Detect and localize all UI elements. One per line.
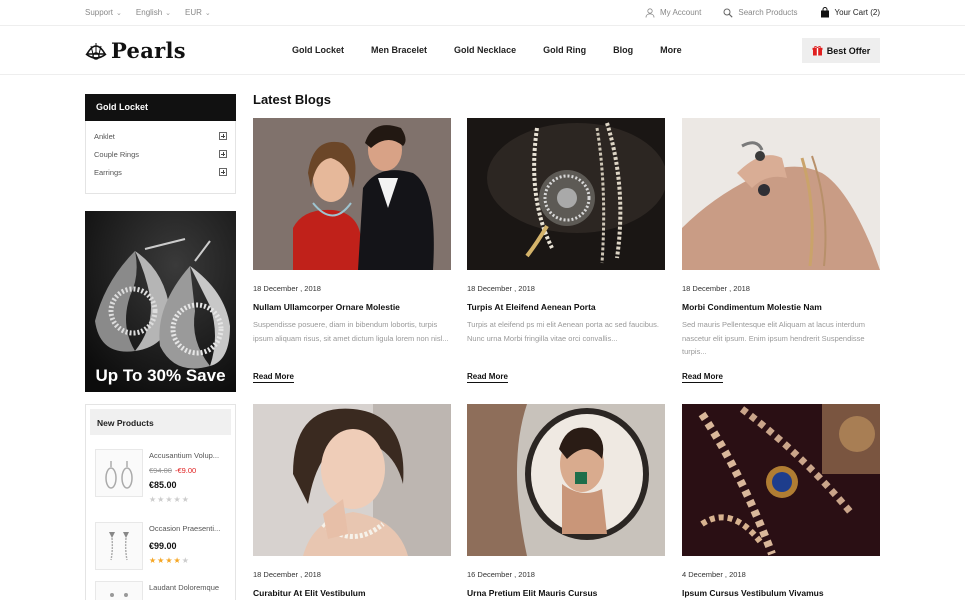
product-price: €99.00 [149,541,177,551]
new-products-panel: New Products Accusantium Volup... €94.00… [85,404,236,600]
search-icon [723,8,733,18]
nav-more[interactable]: More [660,45,682,55]
blog-title[interactable]: Ipsum Cursus Vestibulum Vivamus [682,588,880,598]
language-dropdown[interactable]: English ⌄ [136,8,171,17]
product-name[interactable]: Laudant Doloremque [149,583,219,592]
category-item-anklet[interactable]: Anklet [94,127,227,145]
blog-card: 4 December , 2018 Ipsum Cursus Vestibulu… [682,404,880,598]
blog-excerpt: Suspendisse posuere, diam in bibendum lo… [253,320,449,343]
currency-dropdown[interactable]: EUR ⌄ [185,8,211,17]
blog-date: 16 December , 2018 [467,570,535,579]
banner-caption: Up To 30% Save [95,366,226,385]
blog-title[interactable]: Curabitur At Elit Vestibulum [253,588,451,598]
product-item[interactable]: Occasion Praesenti... €99.00 ★★★★★ [95,522,220,570]
main-header: Pearls Gold Locket Men Bracelet Gold Nec… [0,26,965,75]
product-item[interactable]: Laudant Doloremque [95,581,219,600]
couple-photo [253,118,451,270]
product-thumbnail[interactable] [95,449,143,497]
blog-card: 18 December , 2018 Curabitur At Elit Ves… [253,404,451,598]
product-name[interactable]: Accusantium Volup... [149,451,219,460]
mirror-earring-photo [467,404,665,556]
top-bar: Support ⌄ English ⌄ EUR ⌄ My Account Search… [0,0,965,26]
shopping-bag-icon [820,7,829,18]
nav-blog[interactable]: Blog [613,45,633,55]
category-item-earrings[interactable]: Earrings [94,163,227,181]
beads-bracelet-photo [682,404,880,556]
blog-image[interactable] [253,118,451,270]
blog-card: 18 December , 2018 Morbi Condimentum Mol… [682,118,880,384]
my-account-link[interactable]: My Account [645,7,701,18]
product-discount: -€9.00 [174,466,197,475]
logo[interactable]: Pearls [85,38,186,63]
ring-hand-photo [682,118,880,270]
product-old-price: €94.00 [149,466,172,475]
expand-plus-icon[interactable] [219,150,227,158]
rating-stars: ★★★★★ [149,495,190,504]
chevron-down-icon: ⌄ [116,9,122,17]
expand-plus-icon[interactable] [219,132,227,140]
best-offer-button[interactable]: Best Offer [802,38,880,63]
chevron-down-icon: ⌄ [165,9,172,17]
blog-title[interactable]: Urna Pretium Elit Mauris Cursus [467,588,665,598]
new-products-title: New Products [90,409,231,435]
drop-earring-product-image [110,593,128,597]
blog-date: 18 December , 2018 [253,570,321,579]
blog-date: 18 December , 2018 [253,284,321,293]
category-item-couple-rings[interactable]: Couple Rings [94,145,227,163]
earring-product-image [105,461,133,489]
product-thumbnail[interactable] [95,522,143,570]
blog-title[interactable]: Morbi Condimentum Molestie Nam [682,302,880,312]
product-item[interactable]: Accusantium Volup... €94.00 -€9.00 €85.00… [95,449,219,504]
rating-stars: ★★★★★ [149,556,190,565]
blog-title[interactable]: Nullam Ullamcorper Ornare Molestie [253,302,451,312]
chain-earring-product-image [109,532,129,561]
blog-date: 18 December , 2018 [467,284,535,293]
nav-gold-necklace[interactable]: Gold Necklace [454,45,516,55]
promo-banner[interactable]: Up To 30% Save [85,211,236,392]
blog-excerpt: Sed mauris Pellentesque elit Aliquam at … [682,320,866,356]
category-panel: Gold Locket Anklet Couple Rings Earrings [85,94,236,194]
logo-text: Pearls [111,38,186,63]
blog-image[interactable] [467,118,665,270]
main-nav: Gold Locket Men Bracelet Gold Necklace G… [292,45,709,55]
page-title: Latest Blogs [253,92,332,107]
pearl-shell-icon [85,42,107,60]
nav-gold-ring[interactable]: Gold Ring [543,45,586,55]
search-products[interactable]: Search Products [723,8,798,18]
support-dropdown[interactable]: Support ⌄ [85,8,122,17]
expand-plus-icon[interactable] [219,168,227,176]
blog-card: 18 December , 2018 Nullam Ullamcorper Or… [253,118,451,384]
pearl-necklace-photo [467,118,665,270]
product-price: €85.00 [149,480,177,490]
chevron-down-icon: ⌄ [204,9,211,17]
nav-men-bracelet[interactable]: Men Bracelet [371,45,427,55]
blog-card: 16 December , 2018 Urna Pretium Elit Mau… [467,404,665,598]
read-more-link[interactable]: Read More [467,372,508,383]
earrings-image [85,211,236,392]
blog-excerpt: Turpis at eleifend ps mi elit Aenean por… [467,320,659,343]
blog-title[interactable]: Turpis At Eleifend Aenean Porta [467,302,665,312]
cart-link[interactable]: Your Cart (2) [820,7,880,18]
user-icon [645,7,655,18]
read-more-link[interactable]: Read More [253,372,294,383]
woman-pearls-photo [253,404,451,556]
gift-icon [812,45,823,56]
blog-date: 18 December , 2018 [682,284,750,293]
blog-date: 4 December , 2018 [682,570,746,579]
blog-image[interactable] [682,118,880,270]
category-title: Gold Locket [85,94,236,121]
blog-image[interactable] [467,404,665,556]
read-more-link[interactable]: Read More [682,372,723,383]
nav-gold-locket[interactable]: Gold Locket [292,45,344,55]
product-thumbnail[interactable] [95,581,143,600]
blog-card: 18 December , 2018 Turpis At Eleifend Ae… [467,118,665,384]
product-name[interactable]: Occasion Praesenti... [149,524,220,533]
blog-image[interactable] [682,404,880,556]
blog-image[interactable] [253,404,451,556]
